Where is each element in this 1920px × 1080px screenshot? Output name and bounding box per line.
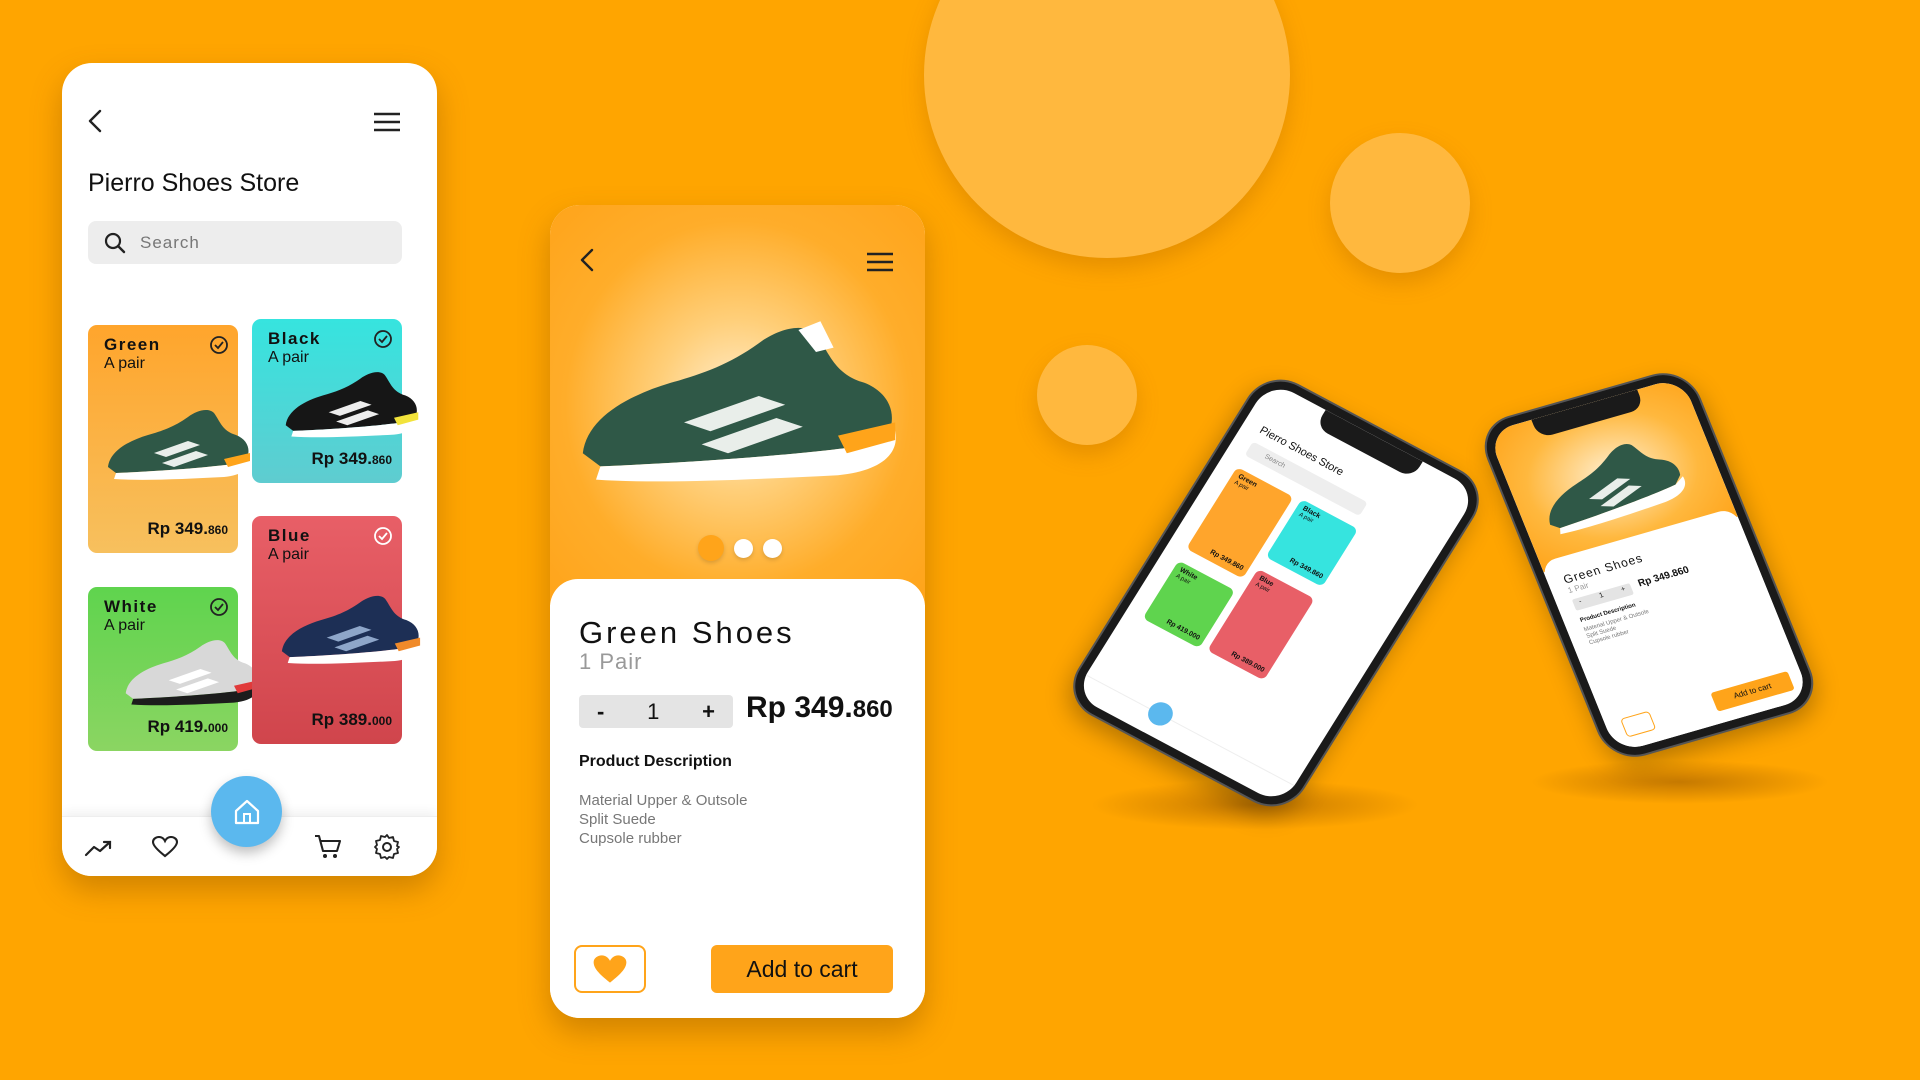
- product-price: Rp 349.860: [311, 449, 392, 468]
- hamburger-menu-icon[interactable]: [373, 111, 401, 133]
- check-circle-icon[interactable]: [373, 329, 393, 349]
- product-name: Blue: [268, 526, 311, 545]
- check-circle-icon[interactable]: [209, 335, 229, 355]
- description-text: Material Upper & Outsole Split Suede Cup…: [579, 791, 747, 848]
- product-price: Rp 389.000: [311, 710, 392, 729]
- phone-shadow: [1530, 760, 1830, 804]
- product-name: Green Shoes: [579, 615, 795, 650]
- heart-icon[interactable]: [152, 836, 178, 858]
- image-carousel-dots: [698, 535, 782, 561]
- description-line: Material Upper & Outsole: [579, 792, 748, 809]
- decorative-circle: [1037, 345, 1137, 445]
- gear-icon[interactable]: [374, 834, 400, 860]
- decrement-button[interactable]: -: [597, 699, 604, 725]
- shoe-image: [582, 321, 896, 482]
- home-icon: [234, 799, 259, 824]
- carousel-dot[interactable]: [734, 538, 753, 558]
- product-hero: [550, 205, 925, 605]
- description-line: Split Suede: [579, 811, 656, 828]
- product-subtitle: A pair: [104, 355, 145, 372]
- quantity-value: 1: [647, 698, 660, 724]
- phone-mockup-store: Pierro Shoes Store Search Green A pair Rp …: [1062, 369, 1490, 817]
- check-circle-icon[interactable]: [373, 526, 393, 546]
- heart-icon: [593, 955, 627, 983]
- mockup-increment: +: [1620, 585, 1627, 594]
- search-input[interactable]: [140, 232, 360, 253]
- description-line: Cupsole rubber: [579, 830, 682, 847]
- store-title: Pierro Shoes Store: [88, 169, 300, 197]
- trending-icon[interactable]: [84, 839, 112, 857]
- shoe-image: [108, 410, 251, 480]
- cart-icon[interactable]: [314, 834, 342, 860]
- add-to-cart-button[interactable]: Add to cart: [711, 945, 893, 993]
- home-button[interactable]: [211, 776, 282, 847]
- search-bar[interactable]: [88, 221, 402, 264]
- search-icon: [104, 232, 126, 253]
- product-price: Rp 349.860: [746, 691, 893, 724]
- mockup-screen: Pierro Shoes Store Search Green A pair Rp …: [1073, 380, 1479, 806]
- mockup-decrement: -: [1577, 598, 1583, 606]
- decorative-circle: [1330, 133, 1470, 273]
- check-circle-icon[interactable]: [209, 597, 229, 617]
- product-card-black[interactable]: Black A pair Rp 349.860: [252, 319, 419, 483]
- shoe-image: [285, 372, 419, 438]
- description-title: Product Description: [579, 753, 732, 770]
- back-arrow-icon[interactable]: [578, 247, 596, 273]
- product-price: Rp 419.000: [147, 717, 228, 736]
- back-arrow-icon[interactable]: [86, 108, 104, 134]
- product-subtitle: A pair: [268, 546, 309, 563]
- decorative-circle: [924, 0, 1290, 258]
- product-detail-screen: Green Shoes 1 Pair - 1 + Rp 349.860 Prod…: [550, 205, 925, 1018]
- product-name: White: [104, 597, 158, 616]
- product-price: Rp 349.860: [147, 519, 228, 538]
- product-card-blue[interactable]: Blue A pair Rp 389.000: [252, 516, 421, 744]
- shoe-image: [125, 640, 259, 706]
- product-quantity-label: 1 Pair: [579, 649, 643, 674]
- product-name: Black: [268, 329, 321, 348]
- product-name: Green: [104, 335, 161, 354]
- hamburger-menu-icon[interactable]: [866, 251, 894, 273]
- phone-mockup-detail: Green Shoes 1 Pair - 1 + Rp 349.860 Prod…: [1476, 367, 1822, 763]
- mockup-screen: Green Shoes 1 Pair - 1 + Rp 349.860 Prod…: [1487, 376, 1811, 754]
- carousel-dot[interactable]: [698, 535, 724, 561]
- product-info-sheet: Green Shoes 1 Pair - 1 + Rp 349.860 Prod…: [550, 579, 925, 1018]
- increment-button[interactable]: +: [702, 699, 715, 725]
- product-card-green[interactable]: Green A pair Rp 349.860: [88, 325, 251, 553]
- shoe-image: [281, 595, 421, 664]
- quantity-stepper: - 1 +: [579, 695, 733, 728]
- favorite-button[interactable]: [574, 945, 646, 993]
- product-card-white[interactable]: White A pair Rp 419.000: [88, 587, 259, 751]
- mockup-quantity: 1: [1598, 591, 1605, 600]
- carousel-dot[interactable]: [763, 538, 782, 558]
- store-screen: Pierro Shoes Store Green A pair Rp 349.8…: [62, 63, 437, 876]
